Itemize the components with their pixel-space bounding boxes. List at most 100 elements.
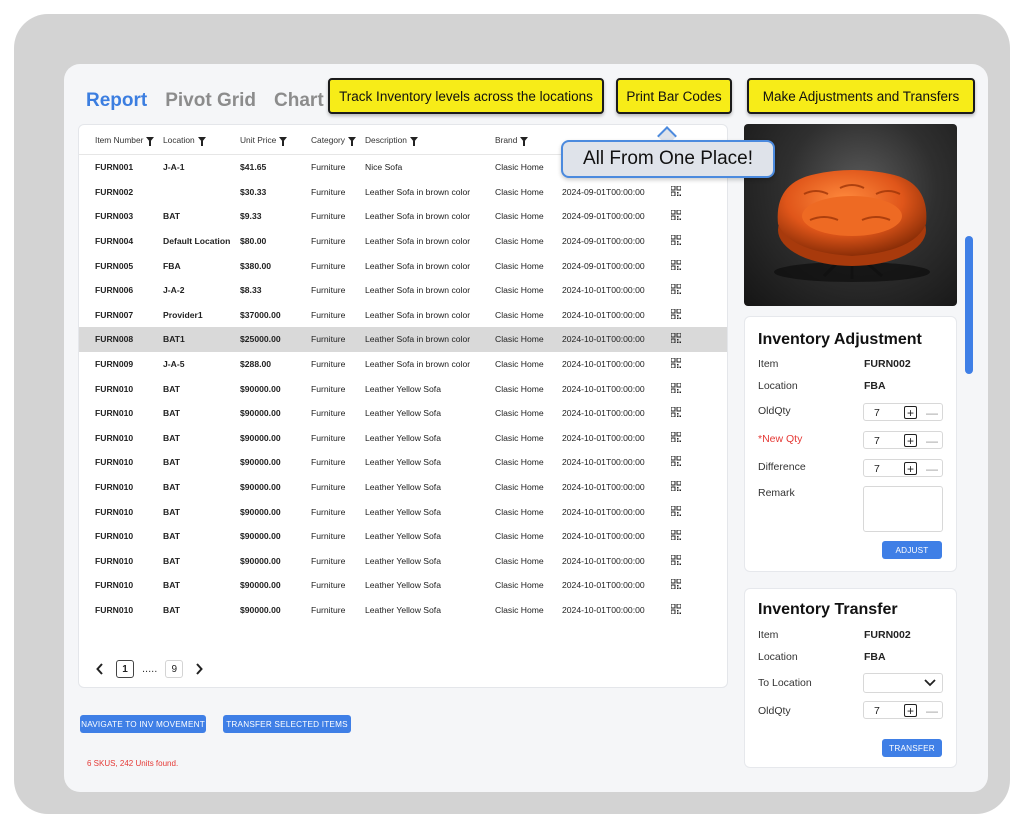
- table-row[interactable]: FURN010 BAT $90000.00 Furniture Leather Yell…: [79, 450, 727, 475]
- barcode-icon[interactable]: [671, 358, 681, 370]
- column-header-item-number[interactable]: Item Number: [95, 135, 155, 146]
- cell-item-number: FURN010: [95, 580, 134, 591]
- filter-icon[interactable]: [520, 137, 529, 146]
- column-header-category[interactable]: Category: [311, 135, 356, 146]
- table-row[interactable]: FURN010 BAT $90000.00 Furniture Leather Yell…: [79, 475, 727, 500]
- cell-item-number: FURN010: [95, 531, 134, 542]
- cell-category: Furniture: [311, 162, 346, 173]
- barcode-icon[interactable]: [671, 603, 681, 616]
- table-row[interactable]: FURN010 BAT $90000.00 Furniture Leather Yell…: [79, 499, 727, 524]
- remark-textarea[interactable]: [863, 486, 943, 532]
- plus-icon[interactable]: +: [904, 434, 917, 447]
- minus-icon[interactable]: —: [926, 704, 938, 718]
- cell-date: 2024-10-01T00:00:00: [562, 457, 645, 468]
- cell-location: BAT: [163, 555, 181, 566]
- table-row[interactable]: FURN010 BAT $90000.00 Furniture Leather Yell…: [79, 426, 727, 451]
- table-row[interactable]: FURN010 BAT $90000.00 Furniture Leather Yell…: [79, 376, 727, 401]
- chevron-right-icon[interactable]: [191, 660, 207, 678]
- tab-pivot-grid[interactable]: Pivot Grid: [165, 90, 256, 112]
- adjustment-newqty-stepper[interactable]: 7 + —: [863, 431, 943, 449]
- minus-icon[interactable]: —: [926, 406, 938, 420]
- cell-category: Furniture: [311, 186, 346, 197]
- table-row[interactable]: FURN010 BAT $90000.00 Furniture Leather Yell…: [79, 401, 727, 426]
- barcode-icon[interactable]: [671, 308, 681, 321]
- barcode-icon[interactable]: [671, 382, 681, 395]
- filter-icon[interactable]: [197, 137, 206, 146]
- adjust-button[interactable]: ADJUST: [882, 541, 942, 559]
- column-header-location[interactable]: Location: [163, 135, 206, 146]
- barcode-icon[interactable]: [671, 481, 681, 493]
- column-header-unit-price[interactable]: Unit Price: [240, 135, 288, 146]
- to-location-select[interactable]: [863, 673, 943, 693]
- scrollbar-thumb[interactable]: [965, 236, 973, 374]
- table-row[interactable]: FURN009 J-A-5 $288.00 Furniture Leather Sofa…: [79, 352, 727, 377]
- cell-category: Furniture: [311, 457, 346, 468]
- cell-unit-price: $90000.00: [240, 482, 281, 493]
- plus-icon[interactable]: +: [904, 406, 917, 419]
- tab-report[interactable]: Report: [86, 90, 147, 112]
- table-row[interactable]: FURN007 Provider1 $37000.00 Furniture Leathe…: [79, 303, 727, 328]
- filter-icon[interactable]: [409, 137, 418, 146]
- table-row[interactable]: FURN003 BAT $9.33 Furniture Leather Sofa in …: [79, 204, 727, 229]
- navigate-inv-movement-button[interactable]: NAVIGATE TO INV MOVEMENT: [80, 715, 206, 733]
- barcode-icon[interactable]: [671, 530, 681, 542]
- tab-chart[interactable]: Chart: [274, 90, 324, 112]
- barcode-icon[interactable]: [671, 505, 681, 518]
- table-row[interactable]: FURN006 J-A-2 $8.33 Furniture Leather Sofa i…: [79, 278, 727, 303]
- barcode-icon[interactable]: [671, 259, 681, 272]
- filter-icon[interactable]: [146, 137, 155, 146]
- transfer-button[interactable]: TRANSFER: [882, 739, 942, 757]
- cell-item-number: FURN010: [95, 383, 134, 394]
- chevron-down-icon: [924, 679, 936, 687]
- barcode-icon[interactable]: [671, 554, 681, 567]
- table-row[interactable]: FURN002 $30.33 Furniture Leather Sofa in br…: [79, 180, 727, 205]
- page-current[interactable]: 1: [116, 660, 134, 678]
- transfer-oldqty-value[interactable]: 7: [874, 705, 880, 717]
- cell-location: BAT: [163, 457, 181, 468]
- difference-value[interactable]: 7: [874, 463, 880, 475]
- barcode-icon[interactable]: [671, 579, 681, 591]
- cell-date: 2024-10-01T00:00:00: [562, 506, 645, 517]
- minus-icon[interactable]: —: [926, 462, 938, 476]
- barcode-icon[interactable]: [671, 284, 681, 296]
- transfer-oldqty-stepper[interactable]: 7 + —: [863, 701, 943, 719]
- barcode-icon[interactable]: [671, 333, 681, 345]
- filter-icon[interactable]: [347, 137, 356, 146]
- column-header-brand[interactable]: Brand: [495, 135, 529, 146]
- cell-date: 2024-10-01T00:00:00: [562, 285, 645, 296]
- barcode-icon[interactable]: [671, 185, 681, 198]
- page-last[interactable]: 9: [165, 660, 184, 678]
- table-row[interactable]: FURN010 BAT $90000.00 Furniture Leather Yell…: [79, 598, 727, 623]
- adjustment-difference-stepper[interactable]: 7 + —: [863, 459, 943, 477]
- chevron-left-icon[interactable]: [92, 660, 108, 678]
- table-row[interactable]: FURN008 BAT1 $25000.00 Furniture Leather Sof…: [79, 327, 727, 352]
- plus-icon[interactable]: +: [904, 704, 917, 717]
- table-row[interactable]: FURN010 BAT $90000.00 Furniture Leather Yell…: [79, 549, 727, 574]
- barcode-icon[interactable]: [671, 431, 681, 444]
- table-row[interactable]: FURN005 FBA $380.00 Furniture Leather Sofa i…: [79, 253, 727, 278]
- barcode-icon[interactable]: [671, 235, 681, 247]
- cell-description: Leather Yellow Sofa: [365, 531, 441, 542]
- table-row[interactable]: FURN010 BAT $90000.00 Furniture Leather Yell…: [79, 524, 727, 549]
- barcode-icon[interactable]: [671, 456, 681, 468]
- filter-icon[interactable]: [279, 137, 288, 146]
- table-row[interactable]: FURN010 BAT $90000.00 Furniture Leather Yell…: [79, 573, 727, 598]
- barcode-icon[interactable]: [671, 407, 681, 419]
- cell-date: 2024-10-01T00:00:00: [562, 359, 645, 370]
- cell-date: 2024-09-01T00:00:00: [562, 186, 645, 197]
- column-header-description[interactable]: Description: [365, 135, 418, 146]
- minus-icon[interactable]: —: [926, 434, 938, 448]
- transfer-selected-items-button[interactable]: TRANSFER SELECTED ITEMS: [223, 715, 351, 733]
- cell-date: 2024-09-01T00:00:00: [562, 260, 645, 271]
- plus-icon[interactable]: +: [904, 462, 917, 475]
- adjustment-oldqty-stepper[interactable]: 7 + —: [863, 403, 943, 421]
- table-row[interactable]: FURN004 Default Location $80.00 Furniture Le…: [79, 229, 727, 254]
- transfer-to-location-label: To Location: [758, 677, 812, 689]
- oldqty-value[interactable]: 7: [874, 407, 880, 419]
- cell-description: Leather Sofa in brown color: [365, 359, 471, 370]
- cell-brand: Clasic Home: [495, 309, 544, 320]
- cell-date: 2024-10-01T00:00:00: [562, 580, 645, 591]
- cell-unit-price: $90000.00: [240, 604, 281, 615]
- newqty-value[interactable]: 7: [874, 435, 880, 447]
- barcode-icon[interactable]: [671, 210, 681, 222]
